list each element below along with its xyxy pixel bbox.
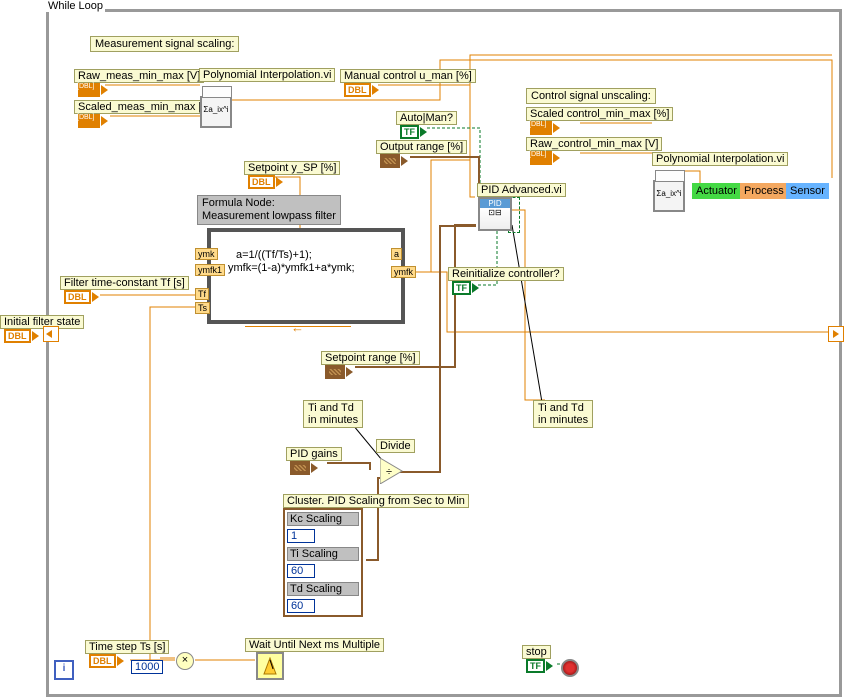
formula-expr1: a=1/((Tf/Ts)+1);	[236, 249, 312, 261]
loop-iteration-terminal: i	[54, 660, 74, 680]
fn-term-a: a	[391, 248, 402, 260]
note-ti-td-left: Ti and Td in minutes	[303, 400, 363, 428]
label-filter-tf: Filter time-constant Tf [s]	[60, 276, 189, 290]
label-wait-ms: Wait Until Next ms Multiple	[245, 638, 384, 652]
label-setpoint: Setpoint y_SP [%]	[244, 161, 340, 175]
terminal-scaled-meas[interactable]	[78, 114, 108, 128]
chain-sensor: Sensor	[786, 183, 829, 199]
terminal-scaled-control[interactable]	[530, 121, 560, 135]
metronome-icon	[261, 657, 279, 675]
terminal-filter-tf[interactable]: DBL	[64, 290, 99, 304]
label-poly-interp-1: Polynomial Interpolation.vi	[199, 68, 335, 82]
label-scaled-meas: Scaled_meas_min_max [%]	[74, 100, 218, 114]
shift-register-right	[828, 326, 844, 342]
ti-scaling-value[interactable]: 60	[287, 564, 315, 578]
fn-term-ymfk1: ymfk1	[195, 264, 225, 276]
td-scaling-value[interactable]: 60	[287, 599, 315, 613]
fn-term-ymfk: ymfk	[391, 266, 416, 278]
kc-scaling-value[interactable]: 1	[287, 529, 315, 543]
multiply-node[interactable]: ×	[176, 652, 194, 670]
pid-advanced-vi[interactable]: PID ⊡⊟	[478, 197, 512, 231]
label-reinit: Reinitialize controller?	[448, 267, 564, 281]
loop-stop-condition[interactable]	[561, 659, 579, 677]
chain-process: Process	[740, 183, 788, 199]
label-meas-scaling: Measurement signal scaling:	[90, 36, 239, 52]
formula-expr2: ymfk=(1-a)*ymfk1+a*ymk;	[228, 262, 355, 274]
note-ti-td-right: Ti and Td in minutes	[533, 400, 593, 428]
label-manual-u: Manual control u_man [%]	[340, 69, 476, 83]
td-scaling-label: Td Scaling	[287, 582, 359, 596]
label-time-step: Time step Ts [s]	[85, 640, 169, 654]
label-poly-interp-2: Polynomial Interpolation.vi	[652, 152, 788, 166]
label-setpoint-range: Setpoint range [%]	[321, 351, 420, 365]
terminal-time-step[interactable]: DBL	[89, 654, 124, 668]
shift-register-left	[43, 326, 59, 342]
label-auto-man: Auto|Man?	[396, 111, 457, 125]
fn-term-tf: Tf	[195, 288, 209, 300]
label-raw-control: Raw_control_min_max [V]	[526, 137, 662, 151]
poly-interp-vi-1[interactable]: Σa_ix^i	[200, 96, 232, 128]
label-pid-advanced: PID Advanced.vi	[477, 183, 566, 197]
formula-node[interactable]	[207, 228, 405, 324]
terminal-raw-meas[interactable]	[78, 83, 108, 97]
formula-title-line1: Formula Node:	[202, 197, 275, 209]
label-ctrl-unscaling: Control signal unscaling:	[526, 88, 656, 104]
label-divide: Divide	[376, 439, 415, 453]
kc-scaling-label: Kc Scaling	[287, 512, 359, 526]
label-raw-meas: Raw_meas_min_max [V]	[74, 69, 204, 83]
terminal-manual-u[interactable]: DBL	[344, 83, 379, 97]
const-1000[interactable]: 1000	[131, 660, 163, 674]
label-pid-gains: PID gains	[286, 447, 342, 461]
label-cluster-scaling: Cluster. PID Scaling from Sec to Min	[283, 494, 469, 508]
terminal-reinit[interactable]: TF	[452, 281, 479, 295]
terminal-stop[interactable]: TF	[526, 659, 553, 673]
ti-scaling-label: Ti Scaling	[287, 547, 359, 561]
feedback-arrow-icon: ←	[291, 320, 304, 335]
fn-term-ts: Ts	[195, 302, 210, 314]
labview-block-diagram: While Loop	[0, 0, 846, 694]
terminal-setpoint[interactable]: DBL	[248, 175, 283, 189]
wait-ms-vi[interactable]	[256, 652, 284, 680]
label-stop: stop	[522, 645, 551, 659]
terminal-pid-gains[interactable]	[290, 461, 318, 475]
label-output-range: Output range [%]	[376, 140, 467, 154]
terminal-initial-filter[interactable]: DBL	[4, 329, 39, 343]
fn-term-ymk: ymk	[195, 248, 218, 260]
terminal-output-range[interactable]	[380, 154, 408, 168]
terminal-raw-control[interactable]	[530, 151, 560, 165]
svg-text:÷: ÷	[386, 466, 392, 478]
formula-title-line2: Measurement lowpass filter	[202, 210, 336, 222]
poly-interp-vi-2[interactable]: Σa_ix^i	[653, 180, 685, 212]
divide-node[interactable]: ÷	[380, 458, 406, 487]
label-scaled-control: Scaled control_min_max [%]	[526, 107, 673, 121]
terminal-auto-man[interactable]: TF	[400, 125, 427, 139]
formula-node-title: Formula Node: Measurement lowpass filter	[197, 195, 341, 225]
cluster-scaling-constant[interactable]: Kc Scaling 1 Ti Scaling 60 Td Scaling 60	[283, 508, 363, 617]
terminal-setpoint-range[interactable]	[325, 365, 353, 379]
while-loop-title: While Loop	[46, 0, 105, 12]
chain-actuator: Actuator	[692, 183, 741, 199]
